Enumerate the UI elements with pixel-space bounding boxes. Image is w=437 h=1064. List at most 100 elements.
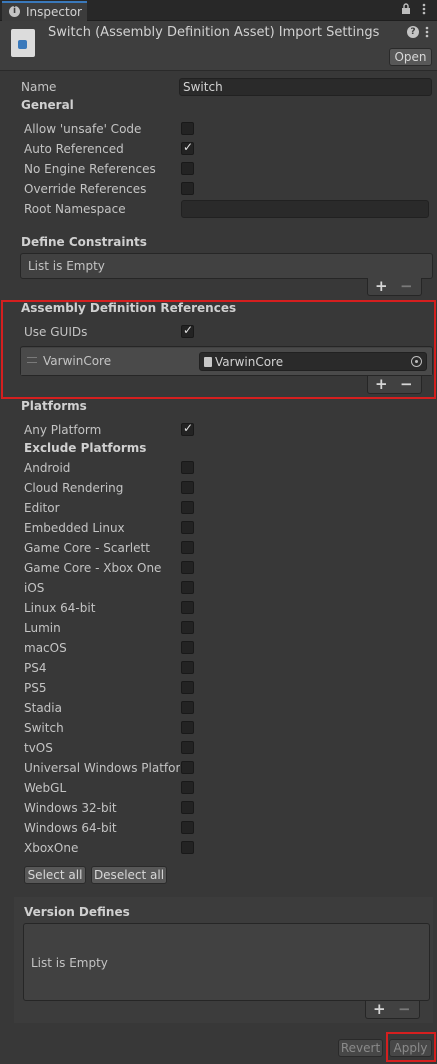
list-empty-text: List is Empty — [31, 956, 108, 970]
general-heading: General — [21, 98, 74, 112]
define-constraints-heading: Define Constraints — [21, 235, 147, 249]
apply-button[interactable]: Apply — [389, 1039, 432, 1057]
platform-checkbox-webgl[interactable] — [181, 781, 194, 794]
override-references-label: Override References — [24, 182, 147, 196]
platform-checkbox-cloud-rendering[interactable] — [181, 481, 194, 494]
name-label: Name — [21, 80, 57, 94]
platform-checkbox-universal-windows-platform[interactable] — [181, 761, 194, 774]
platform-label-stadia: Stadia — [24, 701, 62, 715]
info-icon: i — [9, 6, 20, 17]
platform-label-linux-64-bit: Linux 64-bit — [24, 601, 96, 615]
override-references-checkbox[interactable] — [181, 182, 194, 195]
remove-constraint-button[interactable]: − — [400, 279, 413, 294]
define-constraints-list: List is Empty — [20, 253, 433, 279]
inspector-header: Switch (Assembly Definition Asset) Impor… — [0, 21, 437, 71]
use-guids-checkbox[interactable] — [181, 323, 194, 338]
platform-checkbox-ios[interactable] — [181, 581, 194, 594]
platform-label-cloud-rendering: Cloud Rendering — [24, 481, 124, 495]
remove-version-define-button[interactable]: − — [398, 1002, 411, 1017]
platform-label-macos: macOS — [24, 641, 67, 655]
version-defines-list: List is Empty — [23, 923, 430, 1001]
platform-label-lumin: Lumin — [24, 621, 61, 635]
add-reference-button[interactable]: + — [375, 377, 388, 392]
select-all-button[interactable]: Select all — [24, 866, 86, 884]
remove-reference-button[interactable]: − — [400, 377, 413, 392]
platforms-heading: Platforms — [21, 399, 87, 413]
assembly-references-list: VarwinCore VarwinCore — [20, 346, 433, 376]
platform-checkbox-linux-64-bit[interactable] — [181, 601, 194, 614]
platform-checkbox-stadia[interactable] — [181, 701, 194, 714]
root-namespace-field[interactable] — [181, 200, 429, 218]
auto-referenced-checkbox[interactable] — [181, 140, 194, 155]
no-engine-references-label: No Engine References — [24, 162, 156, 176]
define-constraints-footer: + − — [367, 278, 422, 296]
no-engine-references-checkbox[interactable] — [181, 162, 194, 175]
reference-object-field[interactable]: VarwinCore — [199, 352, 427, 371]
platform-label-embedded-linux: Embedded Linux — [24, 521, 125, 535]
root-namespace-label: Root Namespace — [24, 202, 126, 216]
reference-item-label: VarwinCore — [43, 354, 112, 368]
assembly-references-footer: + − — [367, 376, 422, 394]
platform-label-switch: Switch — [24, 721, 64, 735]
platform-checkbox-tvos[interactable] — [181, 741, 194, 754]
version-defines-heading: Version Defines — [24, 905, 130, 919]
platform-label-tvos: tvOS — [24, 741, 53, 755]
open-button[interactable]: Open — [389, 48, 432, 66]
platform-checkbox-macos[interactable] — [181, 641, 194, 654]
assembly-references-heading: Assembly Definition References — [21, 301, 237, 315]
asset-title: Switch (Assembly Definition Asset) Impor… — [48, 25, 380, 40]
drag-handle-icon[interactable] — [27, 357, 37, 363]
platform-checkbox-switch[interactable] — [181, 721, 194, 734]
platform-label-ios: iOS — [24, 581, 45, 595]
tab-label: Inspector — [26, 5, 82, 19]
platform-label-editor: Editor — [24, 501, 60, 515]
platform-checkbox-game-core-xbox-one[interactable] — [181, 561, 194, 574]
platform-label-android: Android — [24, 461, 71, 475]
add-version-define-button[interactable]: + — [373, 1002, 386, 1017]
platform-checkbox-ps5[interactable] — [181, 681, 194, 694]
platform-checkbox-lumin[interactable] — [181, 621, 194, 634]
tab-inspector[interactable]: i Inspector — [2, 1, 87, 21]
platform-label-windows-32-bit: Windows 32-bit — [24, 801, 117, 815]
platform-checkbox-game-core-scarlett[interactable] — [181, 541, 194, 554]
auto-referenced-label: Auto Referenced — [24, 142, 124, 156]
platform-label-ps5: PS5 — [24, 681, 47, 695]
platform-label-webgl: WebGL — [24, 781, 67, 795]
lock-icon[interactable] — [400, 3, 412, 17]
assembly-definition-asset-icon — [11, 29, 35, 57]
platform-label-game-core-xbox-one: Game Core - Xbox One — [24, 561, 162, 575]
platform-label-xboxone: XboxOne — [24, 841, 79, 855]
platform-checkbox-ps4[interactable] — [181, 661, 194, 674]
help-icon[interactable]: ? — [407, 26, 419, 38]
add-constraint-button[interactable]: + — [375, 279, 388, 294]
platform-label-ps4: PS4 — [24, 661, 47, 675]
exclude-platforms-heading: Exclude Platforms — [24, 441, 147, 455]
platform-label-windows-64-bit: Windows 64-bit — [24, 821, 117, 835]
platform-checkbox-windows-64-bit[interactable] — [181, 821, 194, 834]
deselect-all-button[interactable]: Deselect all — [91, 866, 167, 884]
assembly-file-icon — [204, 357, 212, 367]
any-platform-label: Any Platform — [24, 423, 102, 437]
platform-label-game-core-scarlett: Game Core - Scarlett — [24, 541, 150, 555]
list-item[interactable]: VarwinCore VarwinCore — [21, 348, 432, 375]
platform-checkbox-xboxone[interactable] — [181, 841, 194, 854]
list-empty-text: List is Empty — [28, 259, 105, 273]
kebab-menu-icon[interactable] — [425, 26, 429, 41]
platform-checkbox-windows-32-bit[interactable] — [181, 801, 194, 814]
allow-unsafe-code-checkbox[interactable] — [181, 122, 194, 135]
use-guids-label: Use GUIDs — [24, 325, 88, 339]
version-defines-footer: + − — [365, 1001, 420, 1019]
revert-button[interactable]: Revert — [338, 1039, 383, 1057]
kebab-menu-icon[interactable] — [418, 3, 430, 18]
reference-object-value: VarwinCore — [215, 355, 284, 369]
platform-checkbox-android[interactable] — [181, 461, 194, 474]
name-field[interactable]: Switch — [179, 78, 432, 96]
tab-bar: i Inspector — [0, 0, 437, 21]
allow-unsafe-code-label: Allow 'unsafe' Code — [24, 122, 142, 136]
object-picker-icon[interactable] — [411, 356, 422, 367]
platform-checkbox-embedded-linux[interactable] — [181, 521, 194, 534]
platform-label-universal-windows-platform: Universal Windows Platform — [24, 761, 180, 775]
version-defines-panel: Version Defines List is Empty + − — [14, 897, 433, 1023]
platform-checkbox-editor[interactable] — [181, 501, 194, 514]
any-platform-checkbox[interactable] — [181, 421, 194, 436]
